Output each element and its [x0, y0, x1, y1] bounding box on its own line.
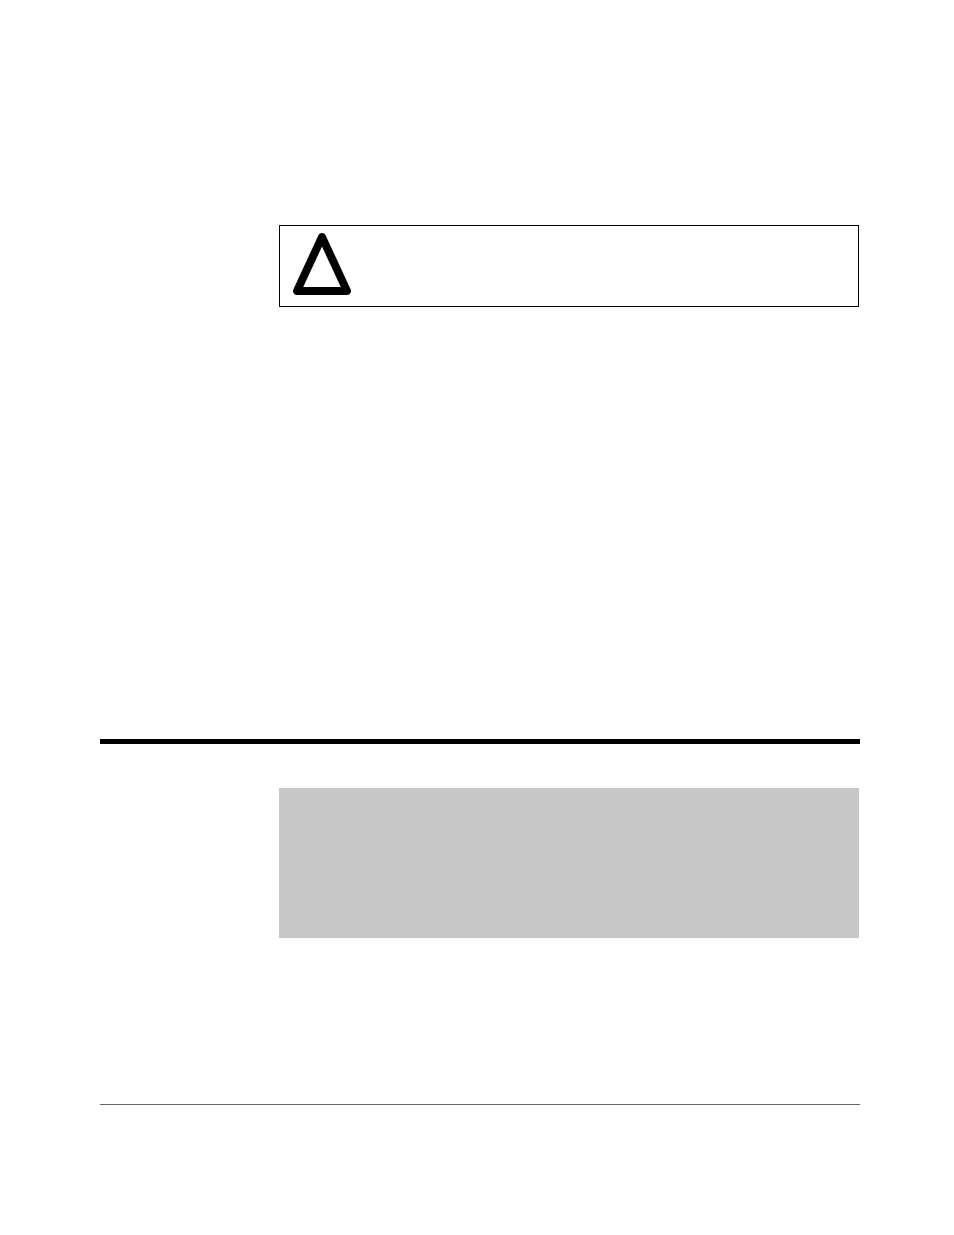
footer-rule — [100, 1104, 860, 1105]
highlighted-block — [279, 788, 859, 938]
triangle-warning-icon — [293, 231, 351, 299]
section-divider — [100, 739, 860, 744]
document-page — [0, 0, 954, 1235]
attention-box — [279, 225, 859, 307]
